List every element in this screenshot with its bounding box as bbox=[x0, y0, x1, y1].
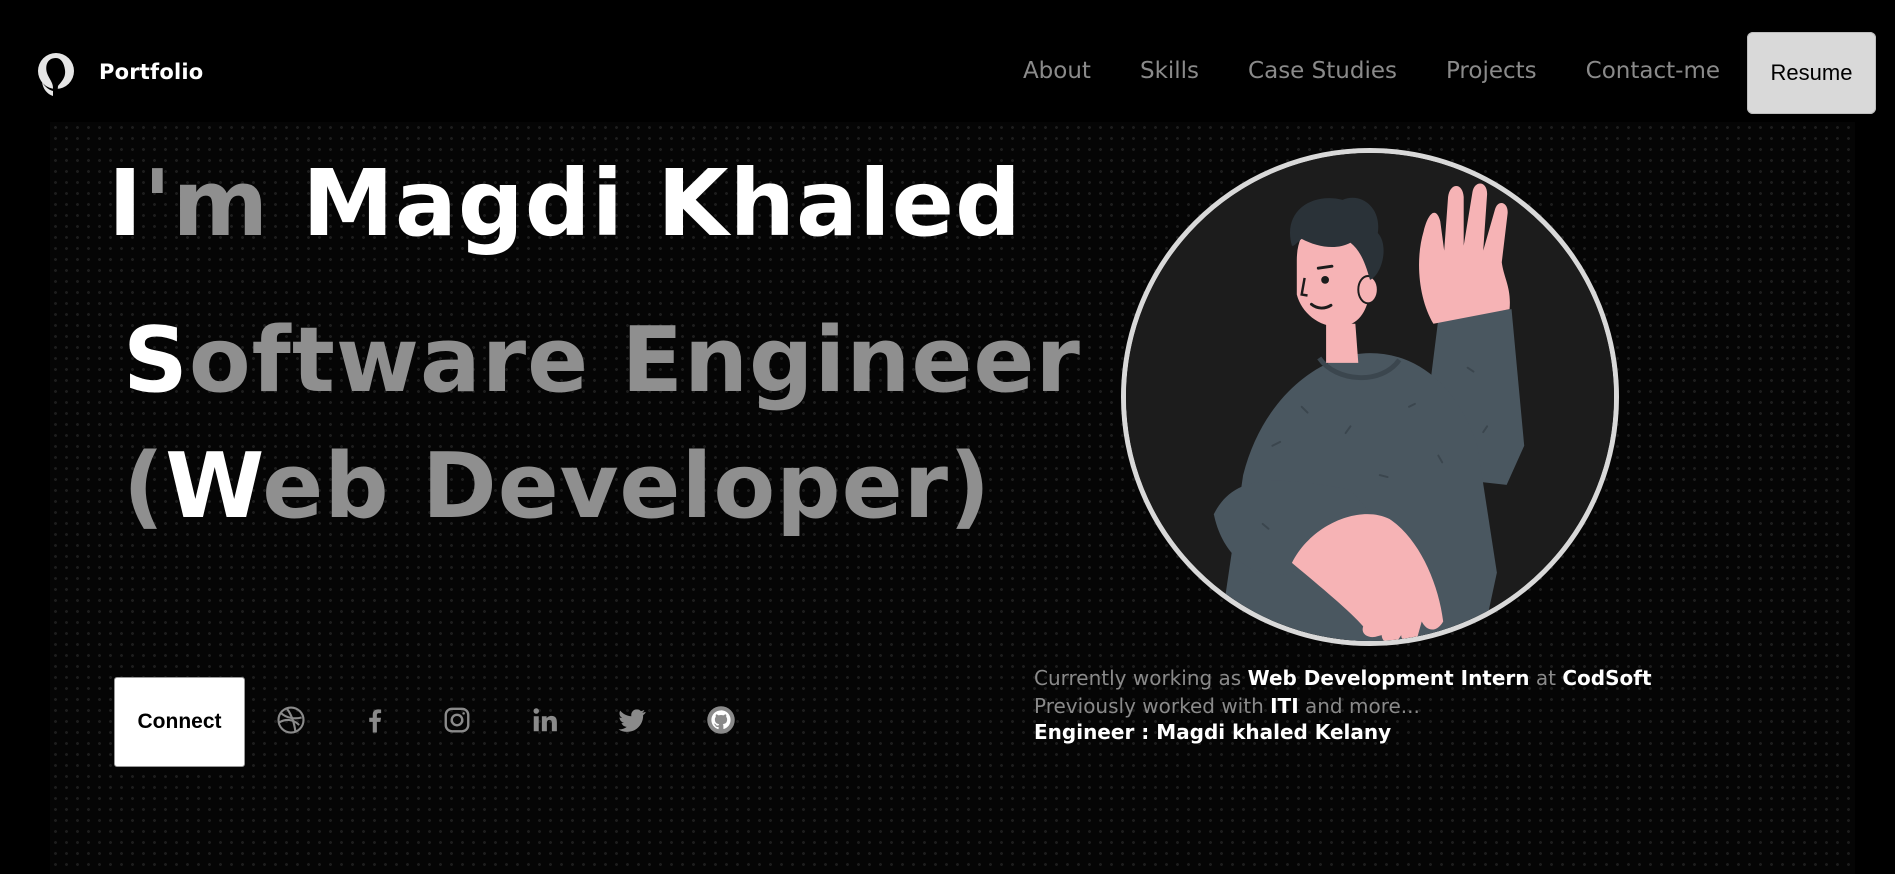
instagram-icon[interactable] bbox=[442, 705, 472, 735]
logo-icon[interactable] bbox=[36, 52, 76, 98]
role-line-1: Software Engineer bbox=[123, 316, 1081, 442]
role-line-1-first: S bbox=[123, 308, 189, 413]
nav-link-projects[interactable]: Projects bbox=[1446, 58, 1537, 84]
connect-button[interactable]: Connect bbox=[114, 677, 245, 767]
role-line-2: (Web Developer) bbox=[123, 442, 1081, 568]
engineer-name: Engineer : Magdi khaled Kelany bbox=[1034, 720, 1392, 744]
navbar: Portfolio About Skills Case Studies Proj… bbox=[0, 0, 1895, 122]
role-line-2-rest: eb Developer) bbox=[262, 434, 992, 539]
resume-button[interactable]: Resume bbox=[1747, 32, 1876, 114]
info-text-1: Currently working as bbox=[1034, 666, 1248, 690]
github-icon[interactable] bbox=[706, 705, 736, 735]
info-prev: ITI bbox=[1270, 694, 1299, 718]
role-line-2-open: ( bbox=[123, 434, 166, 539]
current-role-info: Currently working as Web Development Int… bbox=[1034, 664, 1714, 720]
role-line-1-rest: oftware Engineer bbox=[188, 308, 1081, 413]
nav-link-case-studies[interactable]: Case Studies bbox=[1248, 58, 1397, 84]
hero-name-text: Magdi Khaled bbox=[269, 150, 1022, 257]
nav-link-about[interactable]: About bbox=[1023, 58, 1091, 84]
nav-link-contact[interactable]: Contact-me bbox=[1586, 58, 1720, 84]
twitter-icon[interactable] bbox=[617, 705, 647, 735]
nav-link-skills[interactable]: Skills bbox=[1140, 58, 1199, 84]
facebook-icon[interactable] bbox=[360, 705, 390, 735]
nav-links: About Skills Case Studies Projects Conta… bbox=[974, 58, 1720, 84]
hero-name-prefix-i: I bbox=[108, 150, 144, 257]
info-role: Web Development Intern bbox=[1247, 666, 1530, 690]
role-line-2-w: W bbox=[165, 434, 263, 539]
info-company: CodSoft bbox=[1562, 666, 1652, 690]
info-text-2: at bbox=[1529, 666, 1563, 690]
brand-name[interactable]: Portfolio bbox=[99, 60, 203, 84]
waving-person-illustration bbox=[1126, 153, 1614, 641]
profile-avatar bbox=[1121, 148, 1619, 646]
hero-role: Software Engineer (Web Developer) bbox=[123, 316, 1081, 568]
hero-name-prefix-m: 'm bbox=[143, 150, 270, 257]
info-text-4: and more... bbox=[1298, 694, 1420, 718]
hero-name: I'm Magdi Khaled bbox=[108, 150, 1022, 257]
dribbble-icon[interactable] bbox=[276, 705, 306, 735]
linkedin-icon[interactable] bbox=[530, 705, 560, 735]
